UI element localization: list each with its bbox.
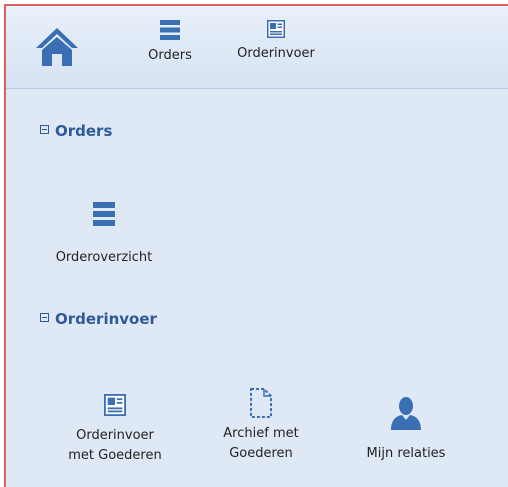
tile-orderoverzicht-label: Orderoverzicht <box>55 250 153 265</box>
toolbar-orderinvoer-label: Orderinvoer <box>237 46 315 61</box>
tile-mijn-relaties[interactable]: Mijn relaties <box>354 396 458 464</box>
tile-archief-label-line2: Goederen <box>229 446 293 461</box>
section-orders-header[interactable]: Orders <box>40 122 112 140</box>
ribbon-panel: Orders Orderinvoer Orders Orderoverzicht <box>4 4 508 487</box>
tile-orderinvoer-met-goederen[interactable]: Orderinvoer met Goederen <box>50 394 180 466</box>
tile-archief-met-goederen[interactable]: Archief met Goederen <box>206 388 316 464</box>
section-orderinvoer-header[interactable]: Orderinvoer <box>40 310 157 328</box>
collapse-icon[interactable] <box>40 313 49 322</box>
section-orderinvoer-title: Orderinvoer <box>55 310 157 328</box>
document-outline-icon <box>250 388 272 418</box>
form-icon <box>267 20 285 38</box>
tile-archief-label-line1: Archief met <box>223 426 299 441</box>
tile-orderinvoer-label-line1: Orderinvoer <box>76 428 154 443</box>
home-icon <box>36 28 78 66</box>
tile-orderinvoer-label-line2: met Goederen <box>68 448 162 463</box>
section-orders-title: Orders <box>55 122 113 140</box>
form-icon <box>104 394 126 416</box>
user-icon <box>391 397 421 430</box>
list-icon <box>160 20 180 40</box>
list-icon <box>93 202 115 226</box>
tile-mijn-relaties-label: Mijn relaties <box>366 446 446 461</box>
toolbar-orderinvoer-button[interactable]: Orderinvoer <box>224 20 328 61</box>
toolbar-orders-label: Orders <box>148 48 192 63</box>
tile-orderoverzicht[interactable]: Orderoverzicht <box>50 202 158 268</box>
home-button[interactable] <box>34 26 80 68</box>
toolbar-orders-button[interactable]: Orders <box>130 20 210 63</box>
top-toolbar: Orders Orderinvoer <box>6 6 508 89</box>
collapse-icon[interactable] <box>40 125 49 134</box>
